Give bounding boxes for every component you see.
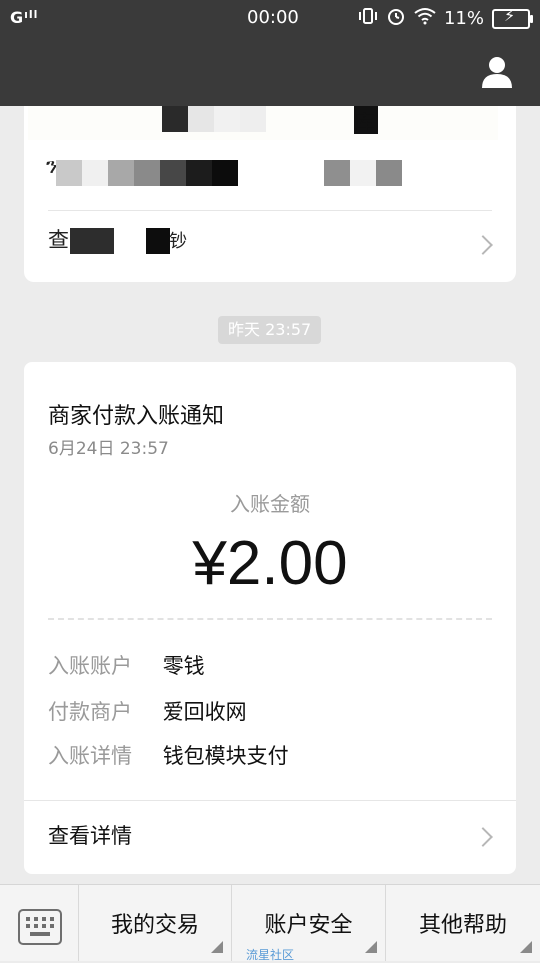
field-label: 入账账户 [48, 654, 132, 678]
view-details-link[interactable]: 查看详情 [48, 820, 132, 850]
field-detail: 入账详情 钱包模块支付 [48, 740, 289, 770]
mosaic-redaction-3 [324, 160, 402, 186]
field-merchant: 付款商户 爱回收网 [48, 696, 247, 726]
submenu-indicator-icon [520, 941, 532, 953]
person-icon[interactable] [480, 54, 514, 88]
field-value: 零钱 [162, 654, 205, 678]
tab-label: 其他帮助 [418, 913, 507, 938]
top-navigation-bar [0, 34, 540, 106]
status-icons: 11% ⚡ [358, 6, 533, 31]
amount-label: 入账金额 [230, 492, 310, 516]
alarm-icon [386, 6, 406, 31]
chevron-right-icon [473, 827, 493, 847]
field-value: 爱回收网 [162, 700, 247, 724]
field-account: 入账账户 零钱 [48, 650, 205, 680]
tab-label: 账户安全 [264, 913, 353, 938]
clock-time: 00:00 [247, 7, 299, 28]
keyboard-toggle-button[interactable] [0, 885, 79, 961]
amount-value: ¥2.00 [192, 529, 348, 598]
battery-icon: ⚡ [492, 7, 533, 29]
view-details-row[interactable]: 查 钞 [48, 224, 187, 254]
message-timestamp: 昨天 23:57 [218, 316, 322, 344]
dashed-divider [48, 618, 492, 620]
tab-my-transactions[interactable]: 我的交易 [79, 885, 232, 961]
divider [48, 210, 492, 211]
payment-notification-card[interactable]: 商家付款入账通知 6月24日 23:57 入账金额 ¥2.00 入账账户 零钱 … [24, 362, 516, 874]
mosaic-redaction [162, 106, 266, 132]
tab-other-help[interactable]: 其他帮助 [386, 885, 540, 961]
divider [24, 800, 516, 801]
tab-label: 我的交易 [110, 913, 199, 938]
vibrate-icon [358, 6, 378, 31]
field-label: 付款商户 [48, 700, 132, 724]
redacted-text-fragment: 库 [354, 106, 378, 134]
submenu-indicator-icon [211, 941, 223, 953]
previous-message-card: 库 ን 查 钞 [24, 106, 516, 282]
wifi-icon [414, 7, 436, 30]
field-label: 入账详情 [48, 744, 132, 768]
notification-date: 6月24日 23:57 [48, 439, 169, 459]
signal-icon: Gıll [10, 8, 39, 27]
status-bar: Gıll 00:00 11% ⚡ [0, 0, 540, 34]
watermark-text: 流星社区 [246, 948, 295, 962]
chevron-right-icon [473, 235, 493, 255]
battery-percent: 11% [443, 8, 484, 29]
keyboard-icon [18, 909, 62, 945]
field-value: 钱包模块支付 [162, 744, 289, 768]
submenu-indicator-icon [365, 941, 377, 953]
notification-title: 商家付款入账通知 [48, 404, 225, 429]
mosaic-redaction-2 [56, 160, 238, 186]
